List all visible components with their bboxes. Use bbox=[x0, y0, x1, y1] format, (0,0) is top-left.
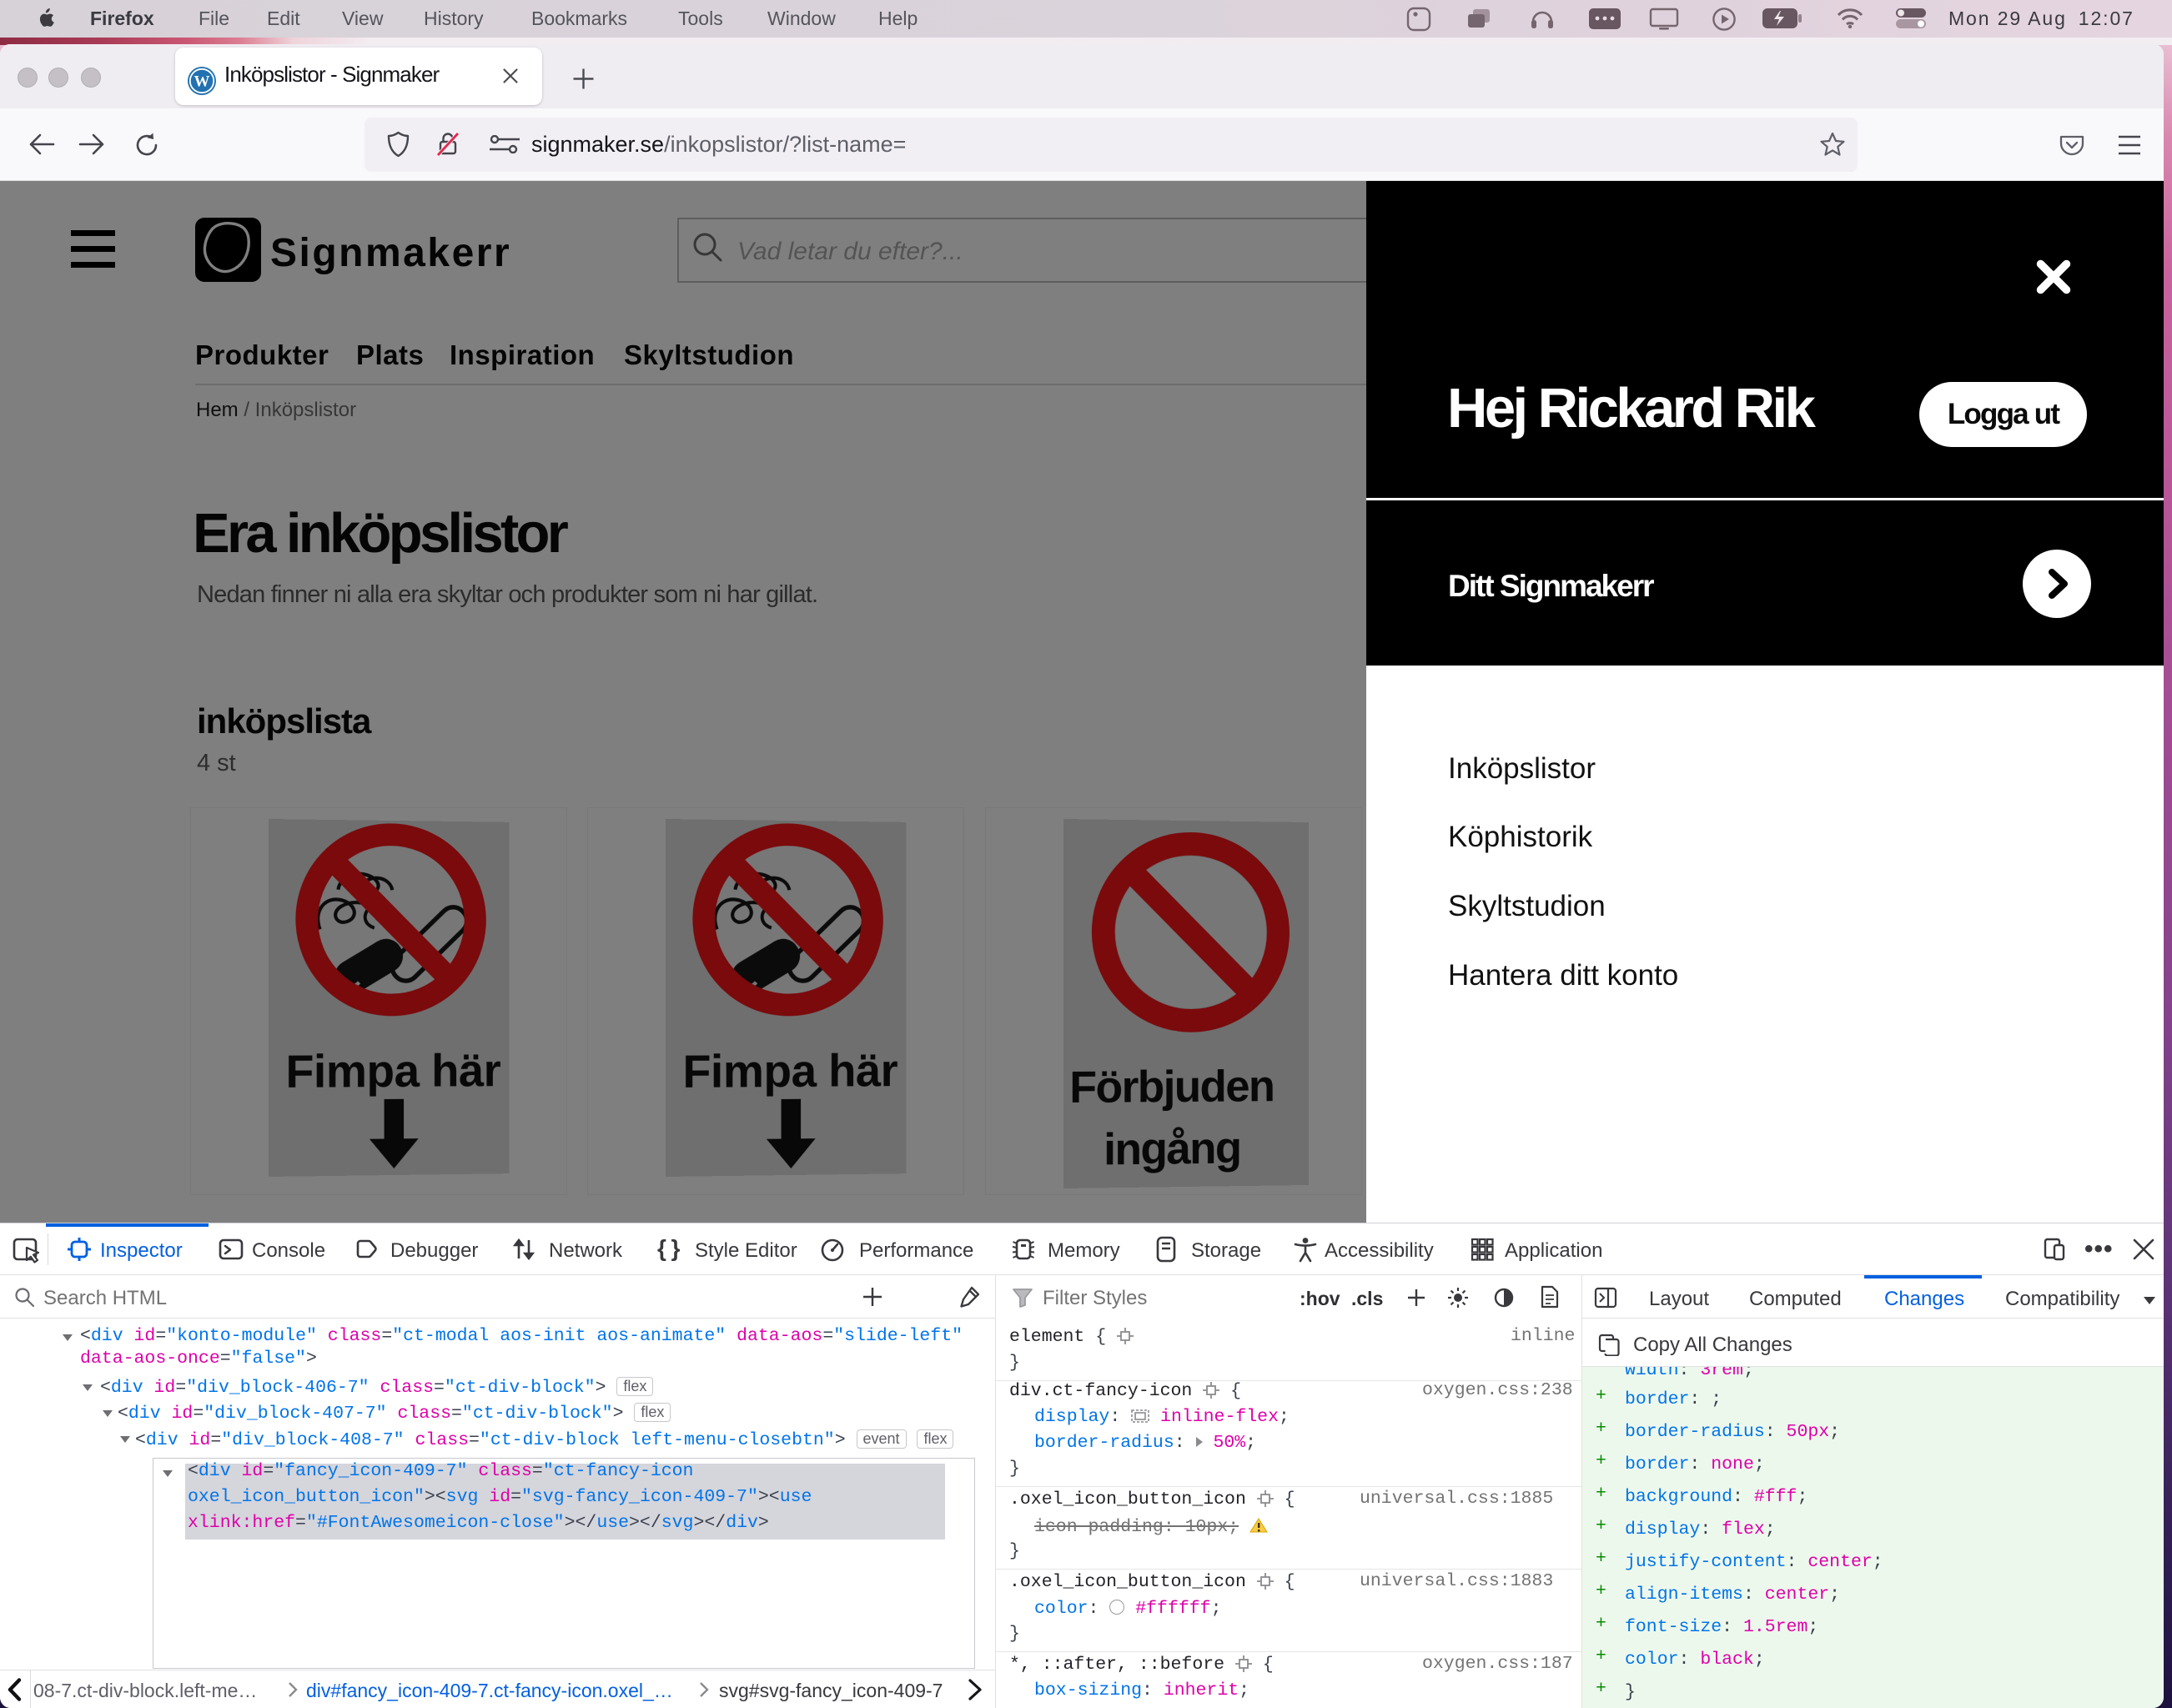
svg-text:W: W bbox=[194, 73, 210, 91]
